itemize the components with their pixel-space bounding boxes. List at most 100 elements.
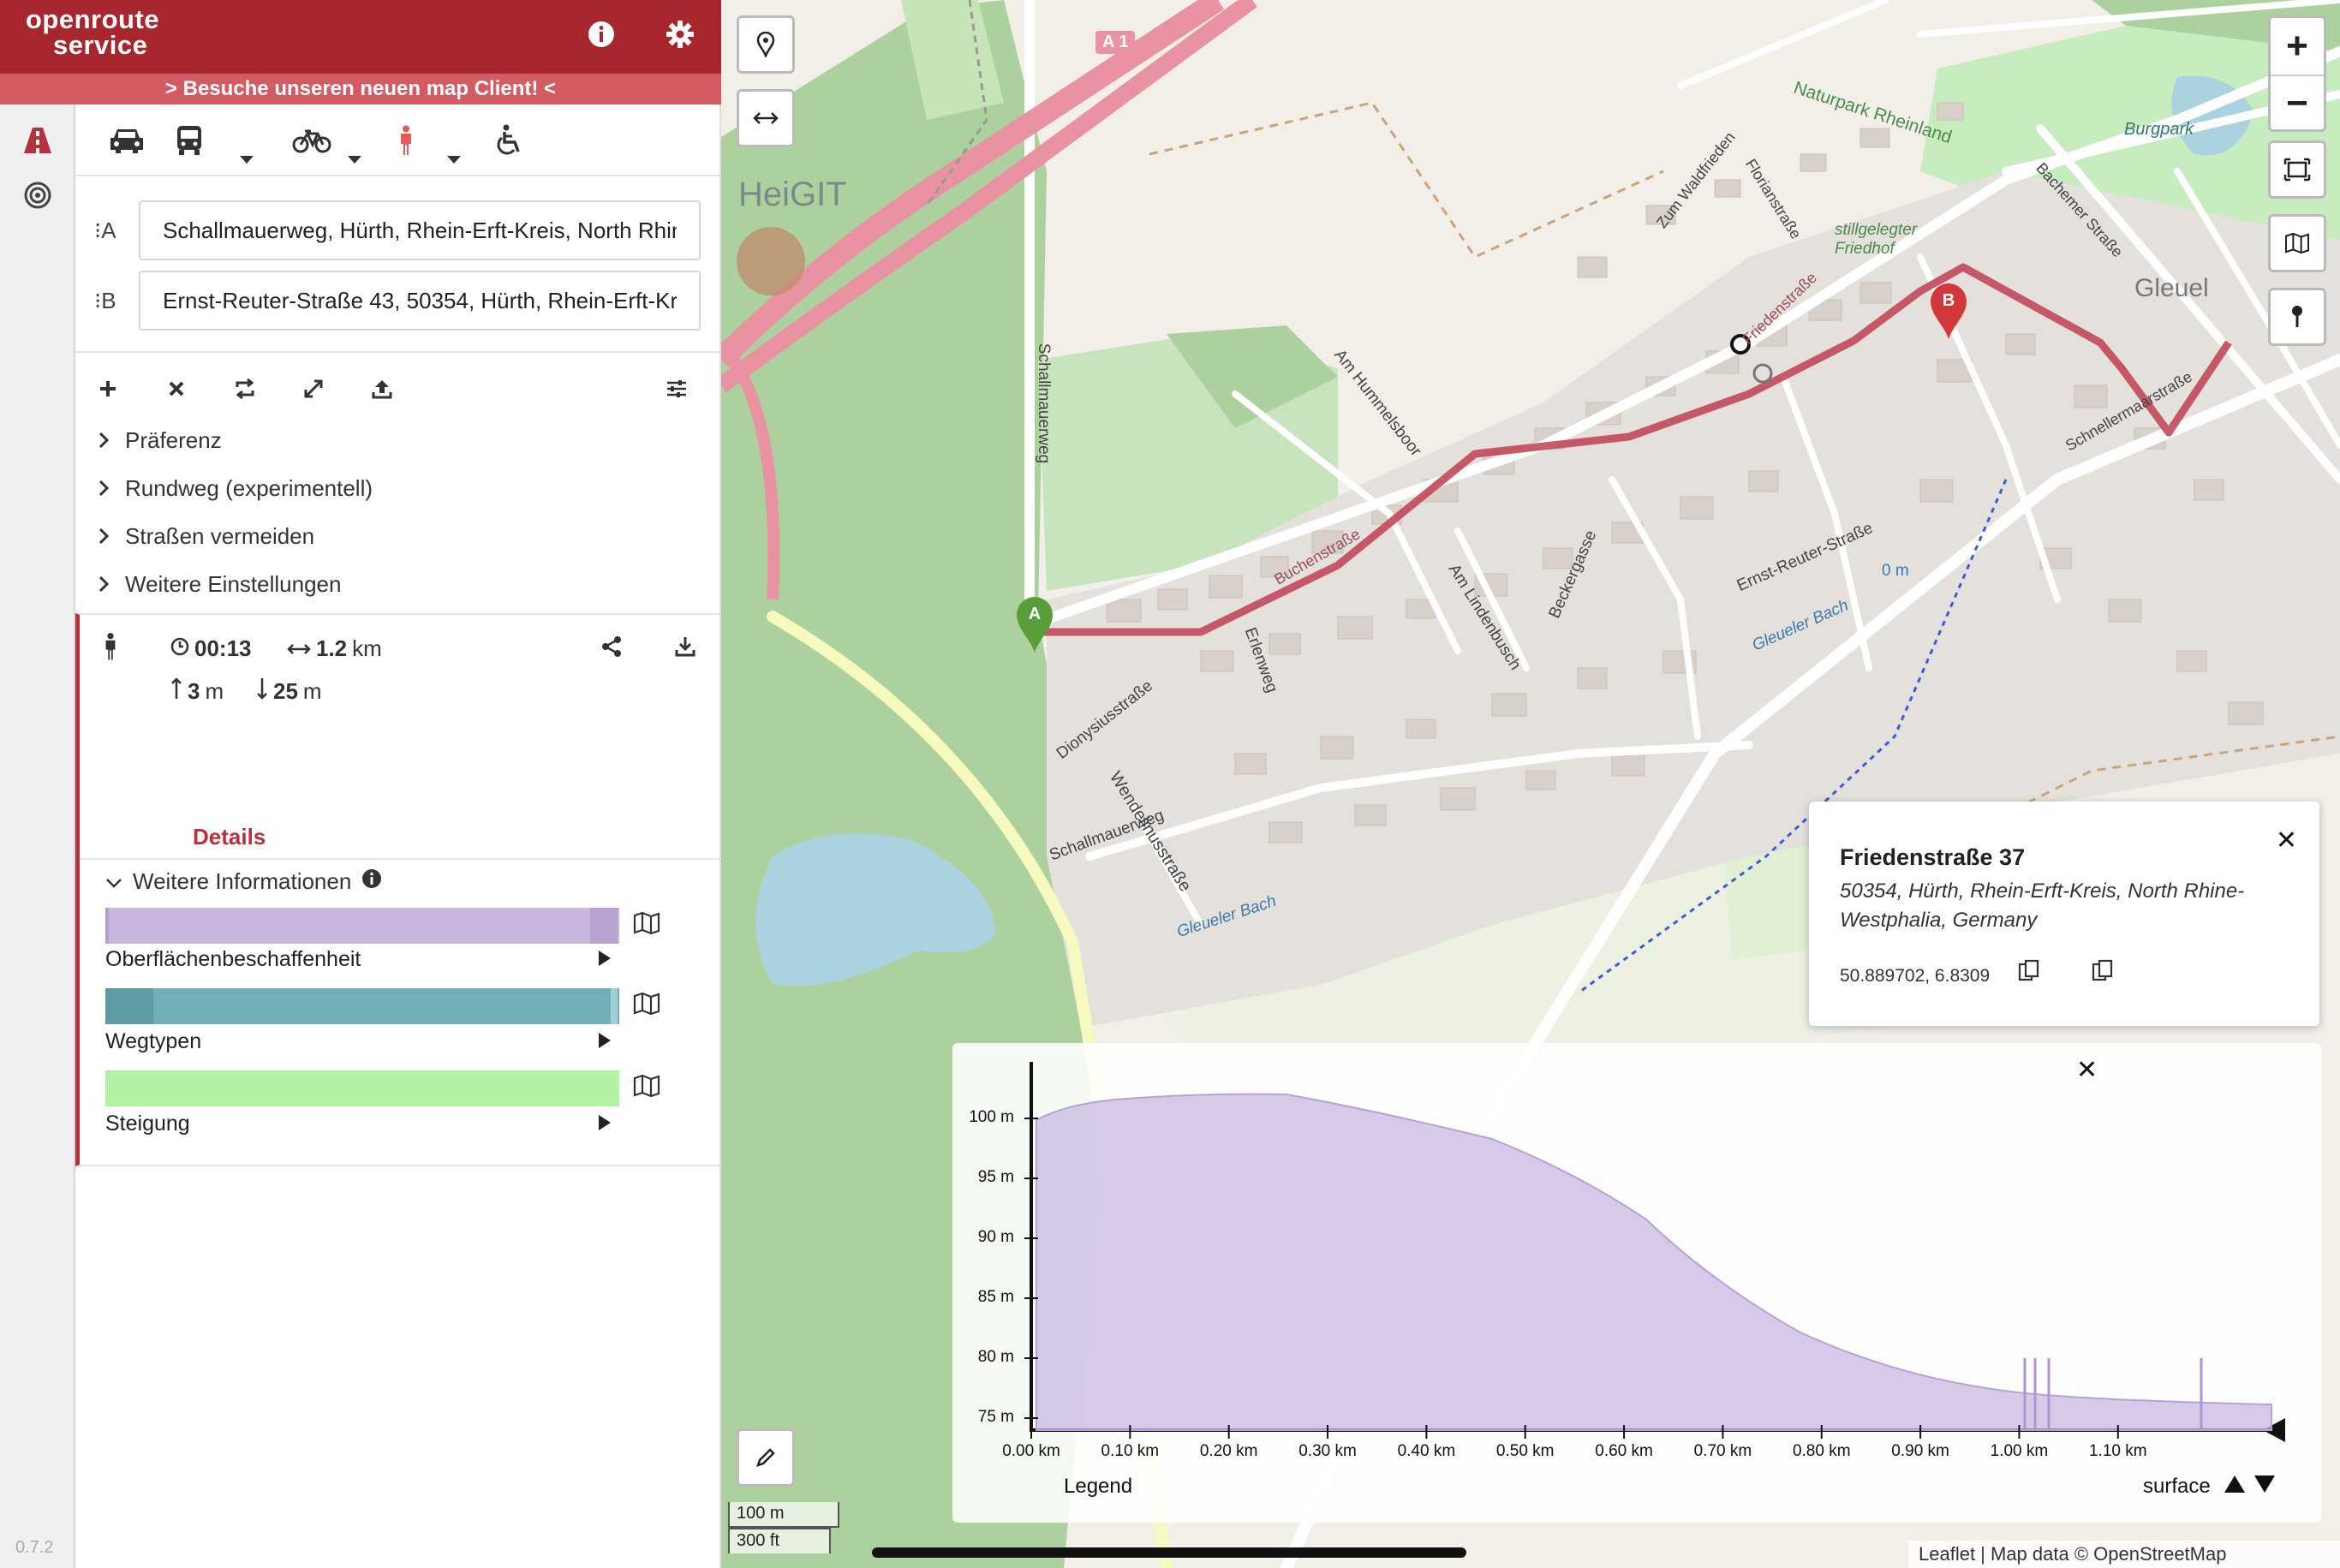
option-label: Weitere Einstellungen — [125, 570, 342, 597]
fullscreen-icon[interactable] — [2268, 140, 2326, 199]
horizontal-arrows-icon — [287, 635, 311, 662]
bus-dropdown-caret[interactable] — [240, 156, 254, 164]
zoom-out-button[interactable]: − — [2271, 75, 2324, 131]
scale-imperial: 300 ft — [728, 1528, 831, 1553]
popup-close-icon[interactable]: ✕ — [2276, 826, 2297, 856]
route-end-marker[interactable]: B — [1929, 283, 1968, 341]
elevation-y-tick-label: 90 m — [977, 1228, 1014, 1246]
elevation-x-tick-label: 0.30 km — [1298, 1442, 1357, 1460]
app-root: 0.7.2 openroute service > Besuche unsere… — [0, 0, 2340, 1568]
pedestrian-dropdown-caret[interactable] — [447, 156, 461, 164]
map-attribution[interactable]: Leaflet | Map data © OpenStreetMap contr… — [1908, 1541, 2340, 1568]
map-view[interactable]: HeiGIT Gleuel Burgpark Naturpark Rheinla… — [721, 0, 2340, 1568]
map-icon[interactable] — [633, 1074, 662, 1100]
elevation-x-tick-label: 0.50 km — [1495, 1442, 1555, 1460]
draw-button[interactable] — [737, 1428, 795, 1487]
triangle-up-icon[interactable] — [2224, 1476, 2246, 1493]
waypoint-a-handle[interactable]: ⁝A — [94, 218, 116, 244]
surface-label-text: surface — [2143, 1475, 2211, 1498]
elevation-legend-label[interactable]: Legend — [1064, 1475, 1132, 1499]
expand-arrow-icon[interactable] — [599, 951, 611, 966]
copy-address-icon[interactable] — [2092, 959, 2117, 987]
more-info-label: Weitere Informationen — [133, 868, 352, 894]
copy-coords-icon[interactable] — [2018, 959, 2044, 987]
surface-bar[interactable] — [105, 908, 619, 944]
elevation-close-icon[interactable]: ✕ — [2076, 1055, 2098, 1085]
download-icon[interactable] — [674, 635, 696, 658]
route-panel: ⁝A ⁝B — [75, 104, 721, 1568]
share-icon[interactable] — [600, 635, 623, 658]
settings-sliders-icon[interactable] — [660, 372, 694, 406]
fit-bounds-icon[interactable] — [296, 372, 331, 406]
car-profile-button[interactable] — [97, 116, 157, 164]
map-label-a1: A 1 — [1095, 31, 1136, 54]
elevation-y-tick-label: 85 m — [977, 1288, 1014, 1306]
info-circle-icon[interactable] — [361, 868, 382, 895]
elevation-y-tick-label: 100 m — [969, 1108, 1014, 1126]
option-more-settings[interactable]: Weitere Einstellungen — [98, 567, 341, 601]
bike-profile-button[interactable] — [282, 116, 342, 164]
map-label-gleuel: Gleuel — [2134, 274, 2209, 302]
more-info-toggle[interactable]: Weitere Informationen — [105, 868, 382, 895]
zoom-in-button[interactable]: + — [2271, 18, 2324, 75]
route-ascent: 3m — [170, 677, 224, 706]
route-tab-icon[interactable] — [15, 118, 60, 163]
elevation-surface-label[interactable]: surface — [2143, 1475, 2276, 1499]
option-preference[interactable]: Präferenz — [98, 423, 222, 457]
steepness-bar[interactable] — [105, 1070, 619, 1106]
place-marker-button[interactable] — [737, 15, 795, 74]
arrow-up-icon — [170, 677, 182, 706]
waytype-bar[interactable] — [105, 988, 619, 1024]
version-label: 0.7.2 — [15, 1538, 54, 1557]
map-label-zero-m: 0 m — [1882, 562, 1909, 580]
logo-line-2: service — [53, 30, 148, 60]
isochrones-tab-icon[interactable] — [15, 173, 60, 218]
expand-arrow-icon[interactable] — [599, 1115, 611, 1130]
upload-icon[interactable] — [365, 372, 399, 406]
popup-coords: 50.889702, 6.8309 — [1840, 966, 1991, 986]
bus-profile-button[interactable] — [159, 116, 219, 164]
logo[interactable]: openroute service — [26, 6, 159, 60]
waypoint-b-input[interactable] — [139, 271, 701, 331]
chevron-right-icon — [98, 479, 125, 498]
waypoint-a-input[interactable] — [139, 200, 701, 260]
elevation-y-tick-label: 75 m — [977, 1408, 1014, 1426]
bike-dropdown-caret[interactable] — [348, 156, 361, 164]
divider — [75, 351, 721, 353]
option-roundtrip[interactable]: Rundweg (experimentell) — [98, 471, 373, 505]
arrow-down-icon — [256, 677, 268, 706]
route-summary: 00:13 1.2 km 3m 25 m Details Weitere Inf… — [75, 613, 721, 1166]
elevation-x-tick-label: 0.70 km — [1693, 1442, 1752, 1460]
details-link[interactable]: Details — [193, 824, 266, 850]
chevron-right-icon — [98, 431, 125, 450]
chevron-down-icon — [105, 868, 122, 895]
map-label-heigit: HeiGIT — [738, 176, 847, 213]
route-start-marker-label: A — [1028, 605, 1042, 623]
surface-label: Oberflächenbeschaffenheit — [105, 947, 361, 971]
elevation-x-tick-label: 0.80 km — [1792, 1442, 1851, 1460]
measure-button[interactable] — [737, 89, 795, 147]
profile-selector — [75, 104, 721, 176]
map-icon[interactable] — [633, 911, 662, 937]
new-client-banner[interactable]: > Besuche unseren neuen map Client! < — [0, 74, 721, 104]
elevation-x-tick-label: 0.40 km — [1397, 1442, 1456, 1460]
map-icon[interactable] — [633, 992, 662, 1017]
triangle-down-icon[interactable] — [2254, 1476, 2276, 1493]
info-icon[interactable] — [582, 15, 620, 53]
clear-route-icon[interactable] — [159, 372, 194, 406]
gear-icon[interactable] — [661, 15, 699, 53]
expand-arrow-icon[interactable] — [599, 1033, 611, 1048]
reverse-route-icon[interactable] — [228, 372, 262, 406]
waypoint-b-handle[interactable]: ⁝B — [94, 288, 116, 314]
waypoint-a-row: ⁝A — [75, 200, 721, 262]
wheelchair-profile-button[interactable] — [478, 116, 538, 164]
scale-metric: 100 m — [728, 1502, 839, 1528]
route-start-marker[interactable]: A — [1015, 596, 1054, 654]
locate-pin-icon[interactable] — [2268, 288, 2326, 346]
pedestrian-profile-button[interactable] — [376, 116, 436, 164]
side-icon-bar — [0, 104, 75, 1568]
add-waypoint-icon[interactable] — [91, 372, 125, 406]
elevation-x-tick-label: 0.00 km — [1002, 1442, 1060, 1460]
layers-map-icon[interactable] — [2268, 214, 2326, 272]
option-avoid-roads[interactable]: Straßen vermeiden — [98, 519, 314, 553]
